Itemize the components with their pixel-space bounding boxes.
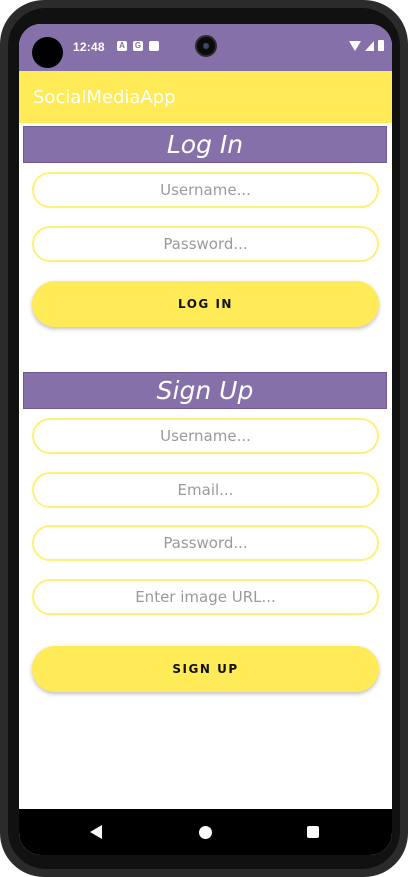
login-username-input[interactable] bbox=[32, 172, 379, 208]
login-button[interactable]: LOG IN bbox=[32, 281, 379, 327]
status-bar: 12:48 A G bbox=[19, 24, 392, 71]
recents-icon[interactable] bbox=[307, 826, 319, 838]
system-icons bbox=[349, 40, 384, 51]
notification-a-icon: A bbox=[117, 41, 127, 51]
notification-g-icon: G bbox=[133, 41, 143, 51]
login-header: Log In bbox=[23, 126, 387, 163]
signup-email-input[interactable] bbox=[32, 472, 379, 508]
app-bar: SocialMediaApp bbox=[19, 71, 392, 123]
status-clock: 12:48 bbox=[73, 40, 105, 54]
signal-icon bbox=[365, 41, 374, 51]
home-icon[interactable] bbox=[199, 826, 212, 839]
signup-header: Sign Up bbox=[23, 372, 387, 409]
phone-screen: 12:48 A G SocialMediaApp Log In LOG IN S… bbox=[19, 24, 392, 855]
back-icon[interactable] bbox=[90, 825, 102, 839]
device-frame: 12:48 A G SocialMediaApp Log In LOG IN S… bbox=[0, 0, 408, 877]
front-camera bbox=[195, 35, 217, 57]
login-password-input[interactable] bbox=[32, 226, 379, 262]
status-bar-avatar-dot bbox=[32, 37, 63, 68]
app-title: SocialMediaApp bbox=[33, 87, 176, 108]
signup-password-input[interactable] bbox=[32, 525, 379, 561]
signup-username-input[interactable] bbox=[32, 418, 379, 454]
navigation-bar bbox=[19, 809, 392, 855]
signup-image-url-input[interactable] bbox=[32, 579, 379, 615]
wifi-icon bbox=[349, 41, 361, 51]
notification-icons: A G bbox=[117, 41, 159, 51]
sd-card-icon bbox=[149, 41, 159, 51]
battery-icon bbox=[378, 40, 384, 51]
signup-button[interactable]: SIGN UP bbox=[32, 646, 379, 692]
